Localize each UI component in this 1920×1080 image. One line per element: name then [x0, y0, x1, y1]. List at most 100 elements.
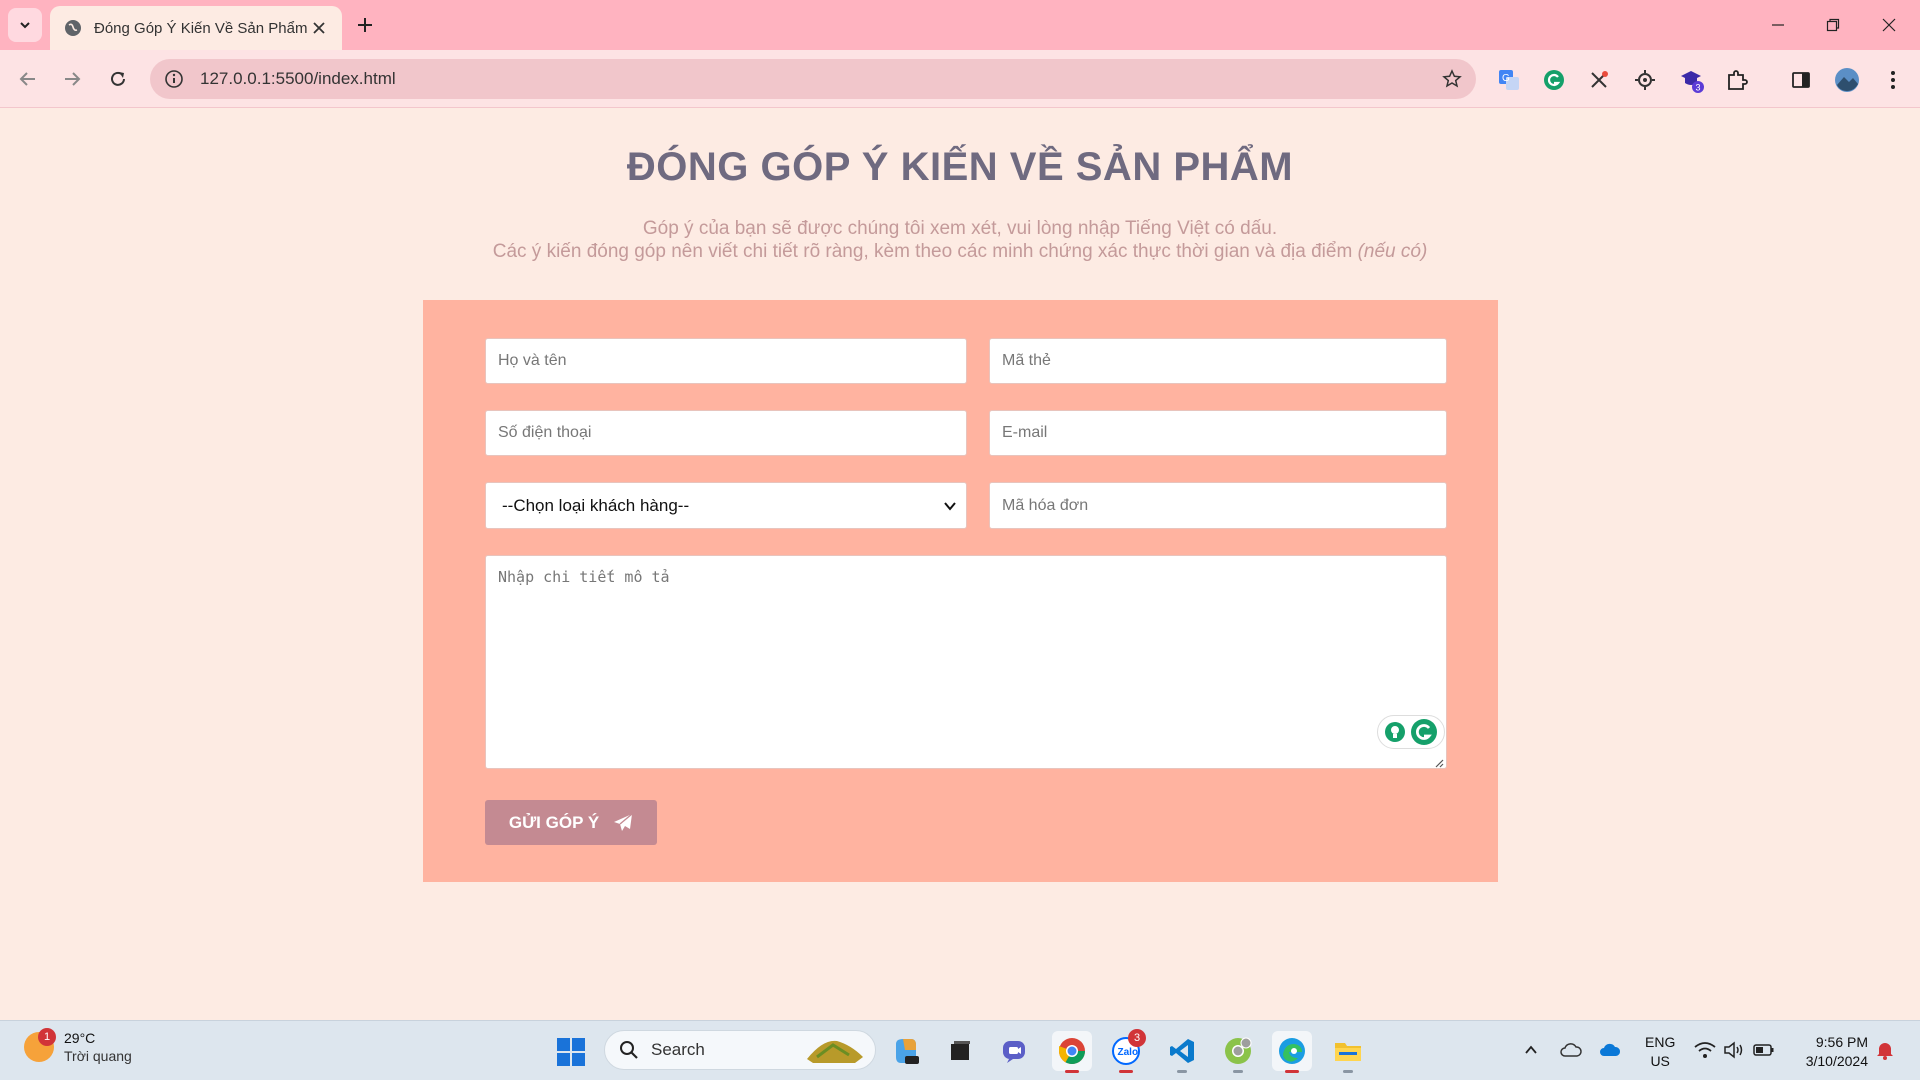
teams-app[interactable] — [995, 1031, 1035, 1071]
volume-tray[interactable] — [1723, 1039, 1745, 1061]
name-field[interactable] — [485, 338, 967, 384]
language-code: ENG — [1645, 1034, 1676, 1050]
phone-field[interactable] — [485, 410, 967, 456]
running-indicator — [1065, 1070, 1079, 1073]
side-panel-button[interactable] — [1788, 67, 1814, 93]
description-textarea[interactable] — [485, 555, 1447, 769]
close-icon — [1882, 18, 1896, 32]
system-clock[interactable]: 9:56 PM 3/10/2024 — [1790, 1033, 1868, 1071]
windows-start-icon[interactable] — [556, 1037, 586, 1067]
reload-icon — [111, 71, 125, 86]
forward-button[interactable] — [58, 65, 86, 93]
close-icon[interactable] — [310, 19, 328, 37]
browser-toolbar: 127.0.0.1:5500/index.html G 3 — [0, 50, 1920, 108]
menu-button[interactable] — [1880, 67, 1906, 93]
url-text[interactable]: 127.0.0.1:5500/index.html — [200, 69, 396, 89]
task-view-icon — [951, 1041, 970, 1060]
weather-condition: Trời quang — [64, 1048, 132, 1064]
taskbar-search[interactable]: Search — [604, 1030, 876, 1070]
customer-type-value: --Chọn loại khách hàng-- — [502, 495, 690, 515]
bell-icon — [1877, 1043, 1893, 1060]
page-title: ĐÓNG GÓP Ý KIẾN VỀ SẢN PHẨM — [626, 145, 1294, 189]
language-indicator[interactable]: ENG US — [1645, 1033, 1675, 1071]
subtitle-line-2-text: Các ý kiến đóng góp nên viết chi tiết rõ… — [492, 241, 1353, 262]
file-explorer-app[interactable] — [1328, 1031, 1368, 1073]
search-label: Search — [651, 1040, 705, 1059]
taskbar: 1 29°C Trời quang Search Zalo 3 ENG US 9… — [0, 1020, 1920, 1080]
arrow-left-icon — [19, 72, 35, 86]
notifications-tray[interactable] — [1874, 1039, 1896, 1061]
restore-icon — [1826, 18, 1840, 32]
chrome-icon — [1058, 1038, 1086, 1065]
weather-badge: 1 — [38, 1028, 56, 1046]
invoice-field[interactable] — [989, 482, 1447, 529]
tools-icon — [1591, 71, 1608, 88]
onedrive-icon — [1600, 1043, 1621, 1056]
running-indicator — [1177, 1070, 1187, 1073]
resize-handle-icon[interactable] — [1434, 758, 1444, 768]
close-window-button[interactable] — [1876, 12, 1902, 38]
running-indicator — [1343, 1070, 1353, 1073]
tab-search-button[interactable] — [8, 8, 42, 42]
chrome-canary-icon — [1225, 1037, 1252, 1064]
submit-button[interactable]: GỬI GÓP Ý — [485, 800, 657, 845]
grammarly-extension[interactable] — [1541, 67, 1567, 93]
page-subtitle: Góp ý của bạn sẽ được chúng tôi xem xét,… — [0, 217, 1920, 263]
globe-icon — [65, 20, 81, 36]
card-number-field[interactable] — [989, 338, 1447, 384]
vscode-app[interactable] — [1162, 1031, 1202, 1073]
info-icon[interactable] — [164, 69, 184, 89]
active-tab[interactable]: Đóng Góp Ý Kiến Về Sản Phẩm — [50, 6, 342, 50]
mortarboard-extension[interactable]: 3 — [1679, 67, 1705, 93]
task-view-app[interactable] — [940, 1031, 980, 1071]
extensions-button[interactable] — [1724, 67, 1750, 93]
running-indicator — [1233, 1070, 1243, 1073]
tab-title: Đóng Góp Ý Kiến Về Sản Phẩm — [94, 19, 308, 37]
vscode-icon — [1170, 1039, 1194, 1063]
clock-time: 9:56 PM — [1815, 1034, 1868, 1050]
battery-tray[interactable] — [1753, 1039, 1775, 1061]
grammarly-icon[interactable] — [1410, 718, 1438, 746]
search-icon — [620, 1041, 638, 1059]
customer-type-select[interactable]: --Chọn loại khách hàng-- — [485, 482, 967, 529]
translate-extension[interactable]: G — [1496, 67, 1522, 93]
new-tab-button[interactable] — [352, 12, 378, 38]
subtitle-line-2: Các ý kiến đóng góp nên viết chi tiết rõ… — [0, 240, 1920, 263]
edge-app[interactable] — [1272, 1031, 1312, 1073]
chrome-app[interactable] — [1052, 1031, 1092, 1073]
folder-icon — [1335, 1043, 1361, 1061]
mortarboard-icon: 3 — [1681, 71, 1704, 93]
grammarly-icon — [1544, 70, 1564, 90]
weather-widget[interactable]: 1 29°C Trời quang — [24, 1028, 132, 1065]
email-field[interactable] — [989, 410, 1447, 456]
speaker-icon — [1724, 1041, 1743, 1059]
settings-extension[interactable] — [1632, 67, 1658, 93]
star-icon[interactable] — [1442, 69, 1462, 89]
restore-button[interactable] — [1820, 12, 1846, 38]
profile-button[interactable] — [1834, 67, 1860, 93]
minimize-icon — [1772, 24, 1784, 26]
chat-icon — [1003, 1041, 1025, 1063]
more-vertical-icon — [1891, 71, 1895, 89]
chrome-dev-app[interactable] — [1218, 1031, 1258, 1073]
submit-label: GỬI GÓP Ý — [508, 812, 600, 832]
zalo-app[interactable]: Zalo 3 — [1106, 1029, 1146, 1073]
running-indicator — [1119, 1070, 1133, 1073]
minimize-button[interactable] — [1765, 12, 1791, 38]
address-bar[interactable]: 127.0.0.1:5500/index.html — [150, 59, 1476, 99]
onedrive-tray[interactable] — [1599, 1039, 1621, 1061]
copilot-icon — [896, 1039, 919, 1064]
running-indicator — [1285, 1070, 1299, 1073]
lightbulb-icon[interactable] — [1384, 721, 1406, 743]
temperature: 29°C — [64, 1030, 96, 1046]
wifi-tray[interactable] — [1694, 1039, 1716, 1061]
zalo-badge: 3 — [1128, 1029, 1146, 1047]
cloud-tray[interactable] — [1560, 1039, 1582, 1061]
gear-icon — [1635, 70, 1655, 90]
back-button[interactable] — [14, 65, 42, 93]
grammarly-widget[interactable] — [1377, 715, 1445, 749]
copilot-app[interactable] — [886, 1031, 926, 1071]
tools-extension[interactable] — [1586, 67, 1612, 93]
show-hidden-icons[interactable] — [1520, 1039, 1542, 1061]
reload-button[interactable] — [104, 65, 132, 93]
